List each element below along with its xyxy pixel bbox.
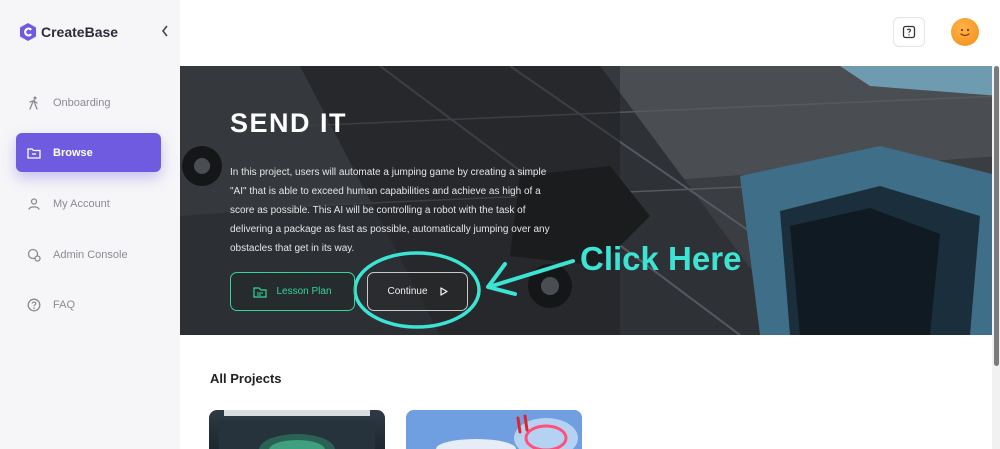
hero-banner: SEND IT In this project, users will auto… [180, 66, 1000, 335]
sidebar-item-browse[interactable]: Browse [16, 133, 161, 172]
sidebar-item-admin-console[interactable]: Admin Console [16, 235, 161, 274]
avatar-face-icon [960, 28, 970, 37]
project-thumbnail [219, 410, 375, 449]
lesson-plan-label: Lesson Plan [276, 286, 332, 297]
sidebar-item-label: Admin Console [53, 248, 128, 261]
createbase-logo-icon [20, 23, 36, 41]
folder-icon [27, 146, 41, 160]
sidebar-item-onboarding[interactable]: Onboarding [16, 83, 161, 122]
question-circle-icon [27, 298, 41, 312]
user-icon [27, 197, 41, 211]
continue-label: Continue [387, 286, 428, 297]
project-thumbnail [406, 410, 582, 449]
play-icon [439, 287, 448, 296]
lesson-plan-button[interactable]: Lesson Plan [230, 272, 355, 311]
continue-button[interactable]: Continue [367, 272, 468, 311]
project-title: SEND IT [230, 108, 348, 138]
scrollbar-thumb[interactable] [994, 66, 999, 366]
topbar [180, 0, 1000, 66]
project-card[interactable] [406, 410, 582, 449]
section-title: All Projects [210, 371, 282, 386]
project-card[interactable] [209, 410, 385, 449]
collapse-sidebar-button[interactable] [158, 24, 172, 40]
walking-person-icon [27, 96, 41, 110]
sidebar-item-label: My Account [53, 197, 110, 210]
chevron-left-icon [161, 25, 168, 37]
project-description: In this project, users will automate a j… [230, 167, 550, 254]
sidebar-item-faq[interactable]: FAQ [16, 285, 161, 324]
admin-icon [27, 248, 41, 262]
sidebar-item-label: FAQ [53, 298, 76, 311]
help-button[interactable] [893, 17, 925, 47]
sidebar-item-label: Browse [53, 146, 93, 159]
lesson-plan-icon [253, 286, 268, 298]
help-icon [902, 25, 916, 39]
brand-name: CreateBase [41, 24, 119, 40]
sidebar-item-my-account[interactable]: My Account [16, 184, 161, 223]
page-scrollbar[interactable] [992, 66, 1000, 449]
sidebar: CreateBase Onboarding Browse My Account … [0, 0, 180, 449]
brand[interactable]: CreateBase [20, 22, 118, 42]
avatar[interactable] [951, 18, 979, 46]
click-here-annotation: Click Here [580, 240, 742, 277]
sidebar-item-label: Onboarding [53, 96, 111, 109]
